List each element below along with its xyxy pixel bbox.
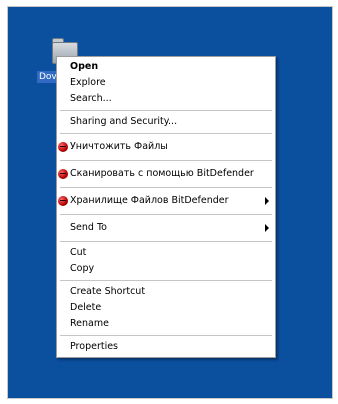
bitdefender-icon	[58, 142, 68, 152]
menu-item-destroy-files[interactable]: Уничтожить Файлы	[57, 137, 275, 157]
bitdefender-icon	[58, 169, 68, 179]
menu-separator	[60, 110, 272, 111]
menu-item-label: Уничтожить Файлы	[70, 141, 168, 152]
menu-item-sharing-security[interactable]: Sharing and Security...	[57, 114, 275, 130]
menu-item-rename[interactable]: Rename	[57, 316, 275, 332]
menu-item-delete[interactable]: Delete	[57, 300, 275, 316]
menu-item-search[interactable]: Search...	[57, 91, 275, 107]
submenu-arrow-icon	[265, 197, 269, 205]
menu-item-label: Хранилище Файлов BitDefender	[70, 195, 229, 206]
menu-separator	[60, 214, 272, 215]
context-menu: Open Explore Search... Sharing and Secur…	[56, 56, 276, 358]
menu-separator	[60, 280, 272, 281]
menu-item-copy[interactable]: Copy	[57, 261, 275, 277]
menu-separator	[60, 187, 272, 188]
menu-item-explore[interactable]: Explore	[57, 75, 275, 91]
menu-item-label: Сканировать с помощью BitDefender	[70, 168, 254, 179]
menu-item-scan-bitdefender[interactable]: Сканировать с помощью BitDefender	[57, 164, 275, 184]
menu-separator	[60, 133, 272, 134]
menu-separator	[60, 241, 272, 242]
bitdefender-icon	[58, 196, 68, 206]
menu-item-create-shortcut[interactable]: Create Shortcut	[57, 284, 275, 300]
menu-item-open[interactable]: Open	[57, 59, 275, 75]
menu-separator	[60, 335, 272, 336]
menu-item-label: Send To	[70, 222, 107, 233]
submenu-arrow-icon	[265, 224, 269, 232]
menu-item-send-to[interactable]: Send To	[57, 218, 275, 238]
menu-separator	[60, 160, 272, 161]
menu-item-properties[interactable]: Properties	[57, 339, 275, 355]
menu-item-cut[interactable]: Cut	[57, 245, 275, 261]
menu-item-file-vault[interactable]: Хранилище Файлов BitDefender	[57, 191, 275, 211]
